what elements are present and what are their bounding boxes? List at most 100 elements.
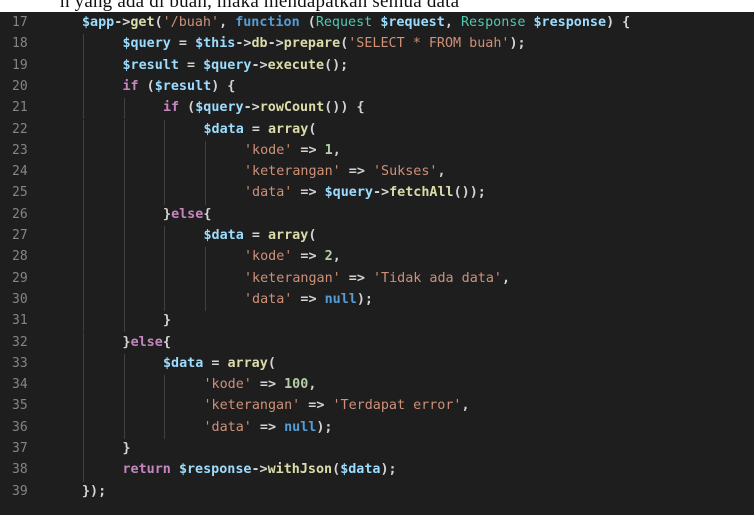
code-token: -> — [251, 462, 268, 478]
code-line[interactable]: 26}else{ — [0, 204, 754, 226]
code-text: } — [123, 439, 131, 458]
code-token: 'keterangan' — [244, 270, 341, 286]
code-line[interactable]: 29 'keterangan' => 'Tidak ada data', — [0, 268, 754, 290]
code-token: function — [235, 15, 300, 30]
indent-guide — [164, 140, 165, 163]
indent-guide — [204, 247, 206, 269]
code-text: 'keterangan' => 'Tidak ada data', — [244, 269, 510, 288]
code-line[interactable]: 23 'kode' => 1, — [0, 140, 754, 163]
indent-guide — [83, 460, 84, 482]
code-line[interactable]: 37} — [0, 439, 754, 461]
code-token: $data — [203, 228, 244, 243]
indent-guide — [164, 289, 165, 312]
line-number: 28 — [12, 249, 28, 265]
code-token: ( — [332, 462, 341, 478]
indent-guide — [123, 247, 125, 269]
code-line[interactable]: 31} — [0, 311, 754, 333]
code-token: 2 — [324, 249, 333, 265]
indent-guide — [164, 119, 165, 141]
indent-guide — [83, 140, 84, 163]
code-token: $query — [195, 100, 244, 116]
line-number: 35 — [12, 398, 28, 414]
code-line[interactable]: 38 return $response->withJson($data); — [0, 460, 754, 482]
indent-guide — [204, 162, 206, 184]
code-text: $data = array( — [204, 120, 317, 139]
code-line[interactable]: 25 'data' => $query->fetchAll()); — [0, 183, 754, 205]
code-token: 1 — [324, 142, 333, 158]
code-line[interactable]: 30 'data' => null); — [0, 289, 754, 312]
code-line[interactable]: 39}); — [0, 482, 754, 501]
code-token: 'keterangan' — [244, 164, 341, 180]
code-token: => — [292, 249, 325, 265]
line-number: 30 — [12, 291, 28, 307]
code-token: null — [324, 291, 357, 307]
code-line[interactable]: 36 'data' => null); — [0, 417, 754, 439]
indent-guide — [123, 289, 125, 312]
code-token: array — [268, 121, 309, 137]
indent-guide — [83, 439, 84, 461]
code-line[interactable]: 34 'kode' => 100, — [0, 375, 754, 397]
code-token: ()); — [453, 185, 486, 201]
code-line[interactable]: 33 $data = array( — [0, 353, 754, 376]
code-text: $query = $this->db->prepare('SELECT * FR… — [123, 34, 526, 53]
code-token: => — [300, 398, 333, 414]
indent-guide — [83, 353, 84, 376]
code-token: $query — [324, 185, 373, 201]
line-number: 39 — [12, 483, 28, 499]
indent-guide — [83, 34, 84, 56]
code-token: array — [227, 355, 268, 371]
indent-guide — [123, 98, 125, 120]
code-token: 'data' — [244, 185, 293, 201]
line-number: 27 — [12, 228, 28, 243]
code-token: ); — [509, 36, 526, 52]
line-number: 37 — [12, 441, 28, 456]
code-line[interactable]: 28 'kode' => 2, — [0, 247, 754, 269]
code-line[interactable]: 22 $data = array( — [0, 119, 754, 141]
code-text: $data = array( — [204, 226, 317, 245]
code-token: -> — [114, 15, 131, 30]
code-line[interactable]: 24 'keterangan' => 'Sukses', — [0, 162, 754, 184]
code-token: , — [308, 377, 317, 393]
code-text: 'data' => null); — [204, 418, 333, 437]
indent-guide — [83, 183, 84, 205]
code-token: else — [130, 334, 163, 350]
indent-guide — [123, 375, 125, 397]
code-token: $data — [340, 462, 381, 478]
code-line[interactable]: 17 $app->get('/buah', function (Request $… — [0, 13, 754, 32]
indent-guide — [83, 55, 84, 77]
indent-guide — [83, 162, 84, 184]
line-number: 25 — [12, 185, 28, 201]
code-token: } — [163, 313, 172, 329]
code-token: , — [461, 398, 470, 414]
code-token: ( — [299, 15, 316, 30]
code-token: $query — [203, 57, 252, 73]
code-token: rowCount — [259, 100, 325, 116]
indent-guide — [83, 98, 84, 120]
code-token: 'kode' — [244, 142, 293, 158]
code-token: $data — [163, 355, 204, 371]
code-token: 'kode' — [203, 377, 252, 393]
code-line[interactable]: 21 if ($query->rowCount()) { — [0, 98, 754, 120]
code-line[interactable]: 19 $result = $query->execute(); — [0, 55, 754, 77]
code-editor[interactable]: 17 $app->get('/buah', function (Request $… — [0, 12, 754, 515]
code-token: ) { — [211, 78, 236, 94]
indent-guide — [204, 268, 206, 290]
code-line[interactable]: 35 'keterangan' => 'Terdapat error', — [0, 396, 754, 418]
code-line[interactable]: 20 if ($result) { — [0, 76, 754, 99]
indent-guide — [164, 247, 165, 269]
indent-guide — [83, 247, 84, 269]
code-token: $result — [122, 57, 179, 73]
code-token: 'Terdapat error' — [332, 398, 462, 414]
indent-guide — [164, 162, 165, 184]
code-token: $response — [178, 462, 252, 478]
code-token: Request — [315, 15, 373, 30]
code-line[interactable]: 32}else{ — [0, 332, 754, 354]
code-token: db — [251, 36, 268, 52]
indent-guide — [83, 311, 84, 333]
code-line[interactable]: 27 $data = array( — [0, 226, 754, 248]
code-text: 'keterangan' => 'Sukses', — [244, 162, 446, 181]
code-line[interactable]: 18 $query = $this->db->prepare('SELECT * … — [0, 34, 754, 56]
code-text: 'keterangan' => 'Terdapat error', — [204, 396, 470, 415]
code-token: ( — [138, 78, 155, 94]
line-number: 26 — [12, 206, 28, 222]
